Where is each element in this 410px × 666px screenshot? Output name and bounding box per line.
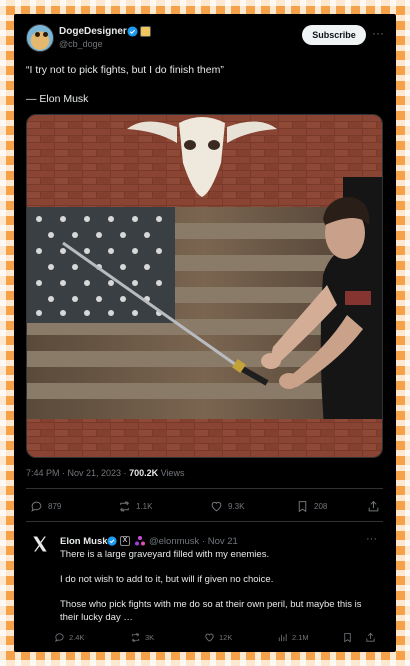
reply-count: 2.4K <box>69 633 85 642</box>
tweet-header: DogeDesigner @cb_doge Subscribe ··· <box>14 14 396 58</box>
author-handle[interactable]: @cb_doge <box>59 39 103 49</box>
heart-icon <box>211 501 222 511</box>
repost-icon <box>131 633 140 642</box>
views-button[interactable]: 2.1M <box>277 632 309 643</box>
repost-button[interactable]: 1.1K <box>118 496 152 516</box>
bookmark-icon <box>344 632 351 643</box>
share-icon <box>366 632 375 642</box>
more-options-icon[interactable]: ··· <box>366 533 377 545</box>
like-count: 12K <box>219 633 233 642</box>
bookmark-button[interactable] <box>342 632 353 643</box>
share-button[interactable] <box>365 632 376 643</box>
like-count: 9.3K <box>228 501 245 511</box>
repost-icon <box>120 500 129 512</box>
reply-count: 879 <box>48 501 62 511</box>
views-count: 2.1M <box>292 633 309 642</box>
media-illustration <box>27 115 382 457</box>
views-label: Views <box>158 468 185 478</box>
verified-badge-icon <box>127 26 138 37</box>
quoted-tweet[interactable]: Elon Musk X @elonmusk · Nov 21 ··· There… <box>26 522 383 652</box>
tweet-text: “I try not to pick fights, but I do fini… <box>26 64 224 76</box>
divider <box>26 488 383 489</box>
share-icon <box>368 500 379 511</box>
quoted-line: I do not wish to add to it, but will if … <box>60 574 274 585</box>
x-affiliate-badge: X <box>120 536 130 546</box>
emoji-icon <box>135 536 145 546</box>
author-name[interactable]: DogeDesigner <box>59 26 127 37</box>
views-count: 700.2K <box>129 468 159 478</box>
tweet-media-image[interactable] <box>26 114 383 458</box>
quoted-handle[interactable]: @elonmusk · Nov 21 <box>149 536 238 547</box>
share-button[interactable] <box>367 496 380 516</box>
views-chart-icon <box>278 633 287 642</box>
heart-icon <box>205 633 214 642</box>
quoted-text: There is a large graveyard filled with m… <box>60 549 380 637</box>
verified-badge-icon <box>107 536 117 546</box>
affiliate-badge-icon <box>140 26 151 37</box>
reply-button[interactable]: 2.4K <box>54 632 84 643</box>
tweet-actions: 879 1.1K 9.3K 208 <box>26 496 383 516</box>
tweet-card: DogeDesigner @cb_doge Subscribe ··· “I t… <box>14 14 396 652</box>
repost-button[interactable]: 3K <box>130 632 154 643</box>
like-button[interactable]: 12K <box>204 632 232 643</box>
x-logo-icon <box>33 536 47 552</box>
bookmark-count: 208 <box>314 501 328 511</box>
like-button[interactable]: 9.3K <box>210 496 244 516</box>
reply-icon <box>31 501 42 512</box>
more-options-icon[interactable]: ··· <box>372 27 388 39</box>
bookmark-button[interactable]: 208 <box>296 496 327 516</box>
repost-count: 3K <box>145 633 155 642</box>
quoted-line: There is a large graveyard filled with m… <box>60 549 270 560</box>
reply-icon <box>55 633 64 642</box>
bookmark-icon <box>298 500 307 512</box>
quoted-actions: 2.4K 3K 12K 2.1M <box>55 632 380 646</box>
repost-count: 1.1K <box>136 501 153 511</box>
tweet-attribution: — Elon Musk <box>26 93 89 105</box>
reply-button[interactable]: 879 <box>30 496 61 516</box>
tweet-timestamp[interactable]: 7:44 PM · Nov 21, 2023 · 700.2K Views <box>26 468 184 478</box>
quoted-line: Those who pick fights with me do so at t… <box>60 599 362 623</box>
subscribe-button[interactable]: Subscribe <box>302 25 366 45</box>
avatar[interactable] <box>26 24 54 52</box>
tweet-time: 7:44 PM · Nov 21, 2023 · <box>26 468 130 478</box>
quoted-author-name[interactable]: Elon Musk <box>60 536 108 547</box>
